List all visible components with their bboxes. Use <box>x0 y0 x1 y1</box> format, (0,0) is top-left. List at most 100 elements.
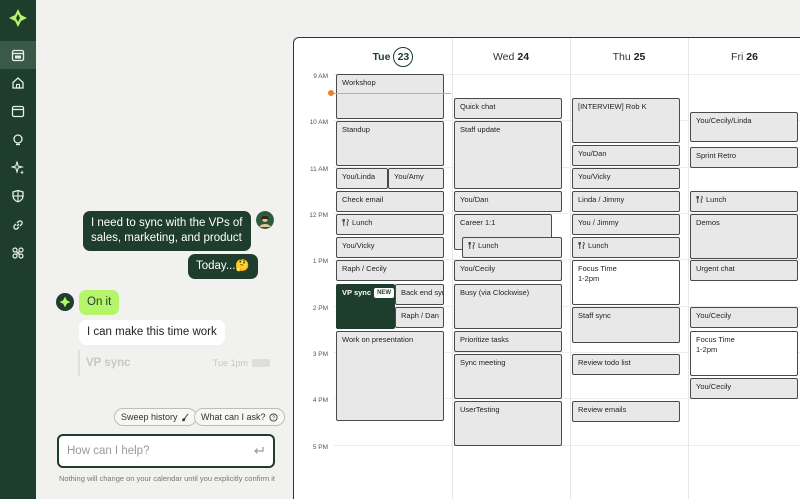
event-label: VP sync <box>342 288 372 297</box>
event-you-amy[interactable]: You/Amy <box>388 168 444 189</box>
proposed-event-time: Tue 1pm <box>212 358 248 368</box>
event-urgent-chat[interactable]: Urgent chat <box>690 260 798 281</box>
day-header-tue[interactable]: Tue 23 <box>334 38 452 75</box>
event-back-end-sync[interactable]: Back end sync <box>395 284 444 305</box>
event-review-emails[interactable]: Review emails <box>572 401 680 422</box>
event-demos[interactable]: Demos <box>690 214 798 259</box>
event-staff-update[interactable]: Staff update <box>454 121 562 189</box>
time-label: 1 PM <box>312 258 328 265</box>
event-check-email[interactable]: Check email <box>336 191 444 212</box>
left-rail <box>0 0 36 499</box>
assistant-avatar-icon <box>56 293 74 311</box>
event-label: Focus Time <box>696 335 735 344</box>
proposed-event-card[interactable]: VP sync Tue 1pm <box>78 350 270 376</box>
time-label: 5 PM <box>312 444 328 451</box>
event-you-linda[interactable]: You/Linda <box>336 168 388 189</box>
event-interview-rob-k[interactable]: [INTERVIEW] Rob K <box>572 98 680 143</box>
utensils-icon <box>468 241 475 249</box>
event-lunch[interactable]: Lunch <box>690 191 798 212</box>
event-raph-cecily[interactable]: Raph / Cecily <box>336 260 444 281</box>
event-lunch[interactable]: Lunch <box>336 214 444 235</box>
day-number: 24 <box>517 50 530 63</box>
day-header-wed[interactable]: Wed 24 <box>452 38 570 75</box>
event-usertesting[interactable]: UserTesting <box>454 401 562 446</box>
event-work-on-presentation[interactable]: Work on presentation <box>336 331 444 421</box>
event-you-cecily[interactable]: You/Cecily <box>690 378 798 399</box>
event-time: 1-2pm <box>696 345 718 354</box>
grid-line <box>688 38 689 499</box>
time-label: 3 PM <box>312 351 328 358</box>
event-lunch[interactable]: Lunch <box>462 237 562 258</box>
grid-line <box>570 38 571 499</box>
event-focus-time[interactable]: Focus Time 1-2pm <box>690 331 798 376</box>
event-label: Lunch <box>352 218 373 227</box>
svg-text:?: ? <box>272 415 275 421</box>
placeholder-pill <box>252 359 270 367</box>
event-you-dan[interactable]: You/Dan <box>572 145 680 166</box>
event-you-dan[interactable]: You/Dan <box>454 191 562 212</box>
utensils-icon <box>696 195 703 203</box>
event-label: Lunch <box>588 241 609 250</box>
event-review-todo-list[interactable]: Review todo list <box>572 354 680 375</box>
proposed-event-title: VP sync <box>86 357 131 369</box>
user-message: I need to sync with the VPs of sales, ma… <box>83 211 251 251</box>
nav-calendar[interactable] <box>0 97 36 125</box>
enter-icon[interactable] <box>253 446 265 456</box>
event-workshop[interactable]: Workshop <box>336 74 444 119</box>
event-you-cecily[interactable]: You/Cecily <box>690 307 798 328</box>
event-linda-jimmy[interactable]: Linda / Jimmy <box>572 191 680 212</box>
event-focus-time[interactable]: Focus Time 1-2pm <box>572 260 680 305</box>
day-number: 25 <box>633 50 646 63</box>
app-logo-icon[interactable] <box>6 6 30 30</box>
event-you-jimmy[interactable]: You / Jimmy <box>572 214 680 235</box>
event-sync-meeting[interactable]: Sync meeting <box>454 354 562 399</box>
integrations-icon <box>12 247 24 259</box>
nav-ai-calendar[interactable] <box>0 41 36 69</box>
event-time: 1-2pm <box>578 274 600 283</box>
event-busy-clockwise[interactable]: Busy (via Clockwise) <box>454 284 562 329</box>
utensils-icon <box>578 241 585 249</box>
what-can-i-ask-label: What can I ask? <box>201 412 266 422</box>
nav-integrations[interactable] <box>0 239 36 267</box>
nav-home[interactable] <box>0 69 36 97</box>
today-date-badge: 23 <box>393 46 414 67</box>
week-calendar: Tue 23 Wed 24 Thu 25 Fri 26 9 AM 10 AM 11 A… <box>293 37 800 499</box>
nav-links[interactable] <box>0 211 36 239</box>
event-you-cecily[interactable]: You/Cecily <box>454 260 562 281</box>
day-header-thu[interactable]: Thu 25 <box>570 38 688 75</box>
calendar-ai-icon <box>11 49 25 62</box>
event-you-vicky[interactable]: You/Vicky <box>572 168 680 189</box>
event-standup[interactable]: Standup <box>336 121 444 166</box>
day-name: Wed <box>492 50 515 63</box>
user-message: Today...🤔 <box>188 254 258 279</box>
current-time-line <box>331 93 451 94</box>
grid-line <box>452 38 453 499</box>
event-you-vicky[interactable]: You/Vicky <box>336 237 444 258</box>
event-quick-chat[interactable]: Quick chat <box>454 98 562 119</box>
time-label: 4 PM <box>312 397 328 404</box>
event-vp-sync-new[interactable]: VP sync NEW <box>336 284 395 329</box>
event-prioritize-tasks[interactable]: Prioritize tasks <box>454 331 562 352</box>
event-raph-dan[interactable]: Raph / Dan <box>395 307 444 328</box>
event-lunch[interactable]: Lunch <box>572 237 680 258</box>
day-name: Thu <box>612 50 631 63</box>
time-label: 9 AM <box>313 73 328 80</box>
event-you-cecily-linda[interactable]: You/Cecily/Linda <box>690 112 798 142</box>
nav-ai[interactable] <box>0 154 36 182</box>
chat-input[interactable] <box>67 445 247 457</box>
event-label: Focus Time <box>578 264 617 273</box>
event-sprint-retro[interactable]: Sprint Retro <box>690 147 798 168</box>
grid-line <box>334 445 800 446</box>
nav-ideas[interactable] <box>0 126 36 154</box>
event-staff-sync[interactable]: Staff sync <box>572 307 680 343</box>
home-icon <box>12 77 24 89</box>
confirmation-disclaimer: Nothing will change on your calendar unt… <box>59 474 275 483</box>
day-header-fri[interactable]: Fri 26 <box>688 38 800 75</box>
chat-input-box[interactable] <box>57 434 275 468</box>
sweep-history-button[interactable]: Sweep history <box>114 408 197 426</box>
time-label: 11 AM <box>310 166 328 173</box>
nav-security[interactable] <box>0 182 36 210</box>
day-name: Tue <box>372 50 391 63</box>
link-icon <box>13 220 23 230</box>
what-can-i-ask-button[interactable]: What can I ask? ? <box>194 408 285 426</box>
